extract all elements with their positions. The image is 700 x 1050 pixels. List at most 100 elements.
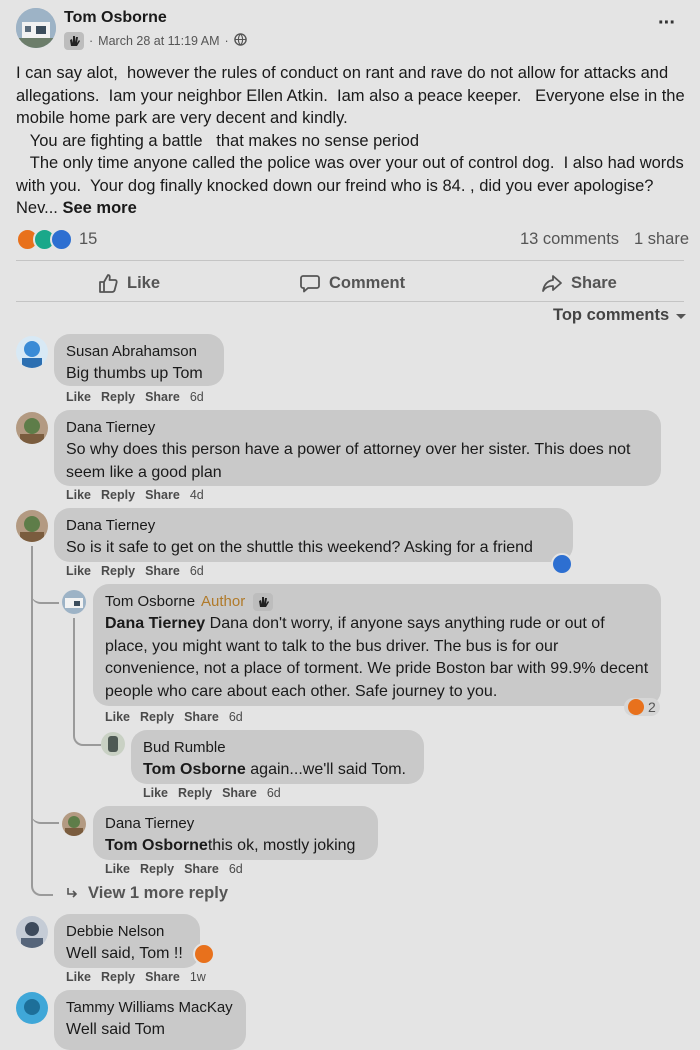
globe-icon [233,33,247,49]
comment-time[interactable]: 6d [190,564,204,578]
comment-reply-button[interactable]: Reply [140,710,174,724]
thread-elbow [31,806,59,824]
comment-like-button[interactable]: Like [66,970,91,984]
thread-elbow [73,726,101,746]
comment-like-button[interactable]: Like [66,564,91,578]
like-label: Like [127,273,161,292]
post-author-avatar[interactable] [16,8,56,48]
comment-actions: Like Reply Share 6d [105,710,253,724]
comment-bubble: Tammy Williams MacKay Well said Tom [54,990,246,1050]
comment-text: Well said, Tom !! [66,945,183,962]
commenter-name[interactable]: Tammy Williams MacKay [66,998,234,1017]
reply-bubble: Bud Rumble Tom Osborne again...we'll sai… [131,730,424,784]
commenter-name[interactable]: Dana Tierney [66,418,649,437]
reaction-count[interactable]: 15 [79,230,97,249]
comment-button[interactable]: Comment [299,272,405,294]
commenter-name[interactable]: Bud Rumble [143,738,412,757]
post-text: I can say alot, however the rules of con… [16,64,685,217]
avatar[interactable] [62,812,86,836]
comment-time[interactable]: 6d [229,862,243,876]
comment-time[interactable]: 6d [190,390,204,404]
avatar[interactable] [62,590,86,614]
comment-share-button[interactable]: Share [145,970,180,984]
comment-reply-button[interactable]: Reply [140,862,174,876]
commenter-name[interactable]: Dana Tierney [66,516,561,535]
view-more-replies[interactable]: View 1 more reply [66,884,228,903]
comment-reply-button[interactable]: Reply [178,786,212,800]
comment-reply-button[interactable]: Reply [101,390,135,404]
comment-actions: Like Reply Share 6d [143,786,291,800]
commenter-name[interactable]: Tom Osborne [105,593,195,610]
comment-like-button[interactable]: Like [105,862,130,876]
comment-icon [300,275,320,293]
comment-share-button[interactable]: Share [145,488,180,502]
like-reaction-icon [628,699,644,715]
share-label: Share [571,273,617,292]
divider-bottom [16,301,684,302]
commenter-name[interactable]: Dana Tierney [105,814,366,833]
comment-bubble: Susan Abrahamson Big thumbs up Tom [54,334,224,386]
mention-link[interactable]: Tom Osborne [143,761,246,778]
comment-like-button[interactable]: Like [105,710,130,724]
post-author-name[interactable]: Tom Osborne [64,9,167,27]
comment-text: So is it safe to get on the shuttle this… [66,539,533,556]
commenter-name[interactable]: Debbie Nelson [66,922,188,941]
avatar[interactable] [16,992,48,1024]
avatar[interactable] [101,732,125,756]
avatar[interactable] [16,916,48,948]
sort-dropdown[interactable]: Top comments [553,306,687,325]
comment-text: So why does this person have a power of … [66,441,631,481]
divider-top [16,260,684,261]
mention-link[interactable]: Tom Osborne [105,837,208,854]
reply-bubble: Dana Tierney Tom Osbornethis ok, mostly … [93,806,378,860]
mention-link[interactable]: Dana Tierney [105,615,205,632]
comment-like-button[interactable]: Like [66,488,91,502]
comment-like-button[interactable]: Like [143,786,168,800]
comment-reply-button[interactable]: Reply [101,488,135,502]
avatar[interactable] [16,510,48,542]
thread-line [73,618,75,726]
shares-count[interactable]: 1 share [634,230,689,249]
thread-elbow [31,586,59,604]
comment-reply-button[interactable]: Reply [101,970,135,984]
post-date[interactable]: March 28 at 11:19 AM [98,34,219,48]
avatar[interactable] [16,412,48,444]
comment-share-button[interactable]: Share [184,710,219,724]
comment-text: again...we'll said Tom. [245,761,406,778]
comment-time[interactable]: 6d [229,710,243,724]
thread-elbow [31,876,53,896]
comment-time[interactable]: 6d [267,786,281,800]
laugh-reaction-icon[interactable] [551,553,573,575]
hand-wave-icon [64,32,84,50]
post-body: I can say alot, however the rules of con… [16,62,692,220]
avatar[interactable] [16,336,48,368]
comment-actions: Like Reply Share 6d [66,564,214,578]
share-icon [542,275,562,292]
comment-actions: Like Reply Share 6d [66,390,214,404]
view-more-label: View 1 more reply [88,884,229,902]
like-button[interactable]: Like [97,272,160,294]
reply-author-line: Tom Osborne Author [105,592,649,612]
post-meta: · March 28 at 11:19 AM · [64,32,247,50]
reply-arrow-icon [67,887,78,898]
like-reaction-icon[interactable] [193,943,215,965]
comment-time[interactable]: 1w [190,970,206,984]
comment-share-button[interactable]: Share [145,564,180,578]
comments-count[interactable]: 13 comments [520,230,619,249]
more-options-icon[interactable]: ··· [658,12,676,35]
comment-label: Comment [329,273,406,292]
comment-text: this ok, mostly joking [207,837,356,854]
comment-time[interactable]: 4d [190,488,204,502]
commenter-name[interactable]: Susan Abrahamson [66,342,212,361]
share-button[interactable]: Share [541,272,617,294]
comment-share-button[interactable]: Share [184,862,219,876]
reply-reactions[interactable]: 2 [624,698,660,716]
comment-share-button[interactable]: Share [145,390,180,404]
see-more-link[interactable]: See more [62,199,136,217]
comment-reply-button[interactable]: Reply [101,564,135,578]
comment-share-button[interactable]: Share [222,786,257,800]
comment-text: Big thumbs up Tom [66,365,203,382]
comment-like-button[interactable]: Like [66,390,91,404]
hand-wave-icon [253,593,274,612]
comment-text: Well said Tom [66,1021,165,1038]
